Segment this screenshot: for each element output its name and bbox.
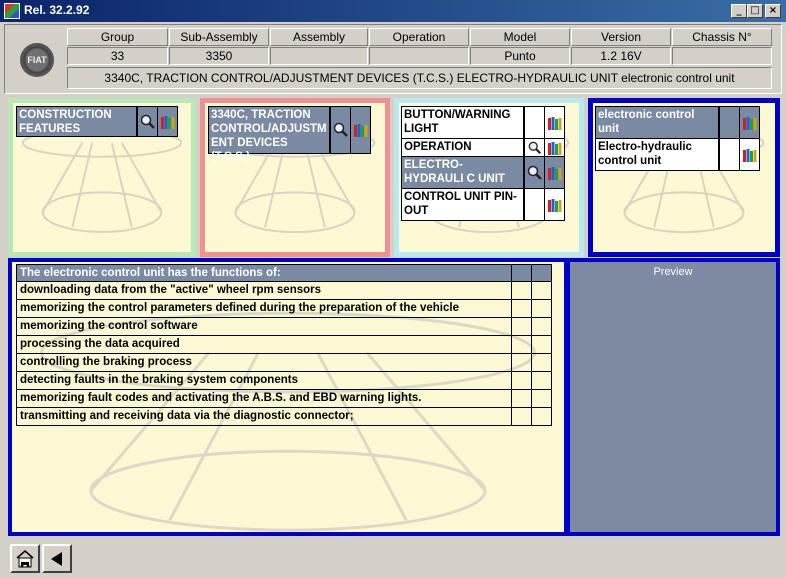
row-cell bbox=[511, 318, 531, 335]
panel-traction-control: 3340C, TRACTION CONTROL/ADJUSTM ENT DEVI… bbox=[200, 98, 390, 257]
traction-control-item[interactable]: 3340C, TRACTION CONTROL/ADJUSTM ENT DEVI… bbox=[208, 106, 330, 163]
fiat-logo: FIAT bbox=[20, 43, 54, 77]
list-item-text: memorizing fault codes and activating th… bbox=[20, 392, 422, 404]
row-cell bbox=[531, 372, 551, 389]
panel-subcategories: BUTTON/WARNING LIGHT OPERATION ELECTRO-H… bbox=[394, 98, 584, 257]
list-item-text: controlling the braking process bbox=[20, 356, 192, 368]
electro-hydraulic-control-unit-item[interactable]: Electro-hydraulic control unit bbox=[595, 138, 719, 171]
books-icon[interactable] bbox=[544, 106, 565, 139]
row-cell bbox=[531, 300, 551, 317]
books-icon[interactable] bbox=[350, 106, 371, 154]
back-button[interactable] bbox=[42, 544, 72, 573]
title-bar: Rel. 32.2.92 _ □ × bbox=[0, 0, 786, 22]
list-item[interactable]: memorizing the control parameters define… bbox=[16, 300, 552, 318]
list-item-text: processing the data acquired bbox=[20, 338, 180, 350]
window-title: Rel. 32.2.92 bbox=[24, 3, 90, 17]
row-cell bbox=[511, 282, 531, 299]
list-item[interactable]: memorizing the control software bbox=[16, 318, 552, 336]
list-heading-row: The electronic control unit has the func… bbox=[16, 264, 552, 282]
operation-value bbox=[369, 47, 469, 65]
magnifier-icon[interactable] bbox=[330, 106, 351, 154]
row-cell bbox=[531, 265, 551, 281]
magnifier-icon[interactable] bbox=[137, 106, 158, 137]
magnifier-icon[interactable] bbox=[524, 138, 545, 157]
row-cell bbox=[511, 408, 531, 425]
row-cell bbox=[531, 318, 551, 335]
preview-label: Preview bbox=[653, 266, 693, 278]
preview-panel: Preview bbox=[566, 258, 780, 536]
assembly-value bbox=[270, 47, 368, 65]
home-car-button[interactable] bbox=[10, 544, 40, 573]
list-item[interactable]: downloading data from the "active" wheel… bbox=[16, 282, 552, 300]
chassis-label: Chassis N° bbox=[672, 28, 772, 46]
close-button[interactable]: × bbox=[765, 4, 781, 18]
assembly-label: Assembly bbox=[270, 28, 368, 46]
chassis-value bbox=[672, 47, 772, 65]
list-item[interactable]: controlling the braking process bbox=[16, 354, 552, 372]
books-icon[interactable] bbox=[544, 156, 565, 189]
row-cell bbox=[511, 372, 531, 389]
row-cell bbox=[531, 354, 551, 371]
operation-label: Operation bbox=[369, 28, 469, 46]
minimize-button[interactable]: _ bbox=[731, 4, 747, 18]
blank-icon-cell bbox=[524, 106, 545, 139]
header-description: 3340C, TRACTION CONTROL/ADJUSTMENT DEVIC… bbox=[67, 67, 772, 89]
books-icon[interactable] bbox=[739, 138, 760, 171]
panel-electronic-control-unit: electronic control unit Electro-hydrauli… bbox=[588, 98, 780, 257]
operation-item[interactable]: OPERATION bbox=[401, 138, 524, 157]
list-item-text: detecting faults in the braking system c… bbox=[20, 374, 298, 386]
list-item[interactable]: memorizing fault codes and activating th… bbox=[16, 390, 552, 408]
row-cell bbox=[511, 354, 531, 371]
model-value: Punto bbox=[470, 47, 570, 65]
list-item-text: memorizing the control software bbox=[20, 320, 198, 332]
group-value: 33 bbox=[67, 47, 168, 65]
books-icon[interactable] bbox=[544, 188, 565, 221]
row-cell bbox=[511, 336, 531, 353]
blank-icon-cell bbox=[719, 138, 740, 171]
row-cell bbox=[531, 336, 551, 353]
sub-assembly-label: Sub-Assembly bbox=[169, 28, 269, 46]
row-cell bbox=[511, 300, 531, 317]
construction-features-item[interactable]: CONSTRUCTION FEATURES bbox=[16, 106, 137, 137]
button-warning-light-item[interactable]: BUTTON/WARNING LIGHT bbox=[401, 106, 524, 139]
header-panel: FIAT Group Sub-Assembly Assembly Operati… bbox=[4, 24, 782, 94]
electronic-control-unit-item[interactable]: electronic control unit bbox=[595, 106, 719, 139]
group-label: Group bbox=[67, 28, 168, 46]
sub-assembly-value: 3350 bbox=[169, 47, 269, 65]
app-icon bbox=[4, 3, 20, 19]
books-icon[interactable] bbox=[157, 106, 178, 137]
electro-hydraulic-unit-item[interactable]: ELECTRO-HYDRAULI C UNIT bbox=[401, 156, 524, 189]
row-cell bbox=[531, 282, 551, 299]
books-icon[interactable] bbox=[739, 106, 760, 139]
blank-icon-cell bbox=[524, 188, 545, 221]
row-cell bbox=[511, 390, 531, 407]
list-item-text: transmitting and receiving data via the … bbox=[20, 410, 354, 422]
row-cell bbox=[511, 265, 531, 281]
version-value: 1.2 16V bbox=[571, 47, 671, 65]
panel-construction-features: CONSTRUCTION FEATURES bbox=[8, 98, 196, 257]
row-cell bbox=[531, 408, 551, 425]
functions-list-panel: The electronic control unit has the func… bbox=[8, 258, 568, 536]
list-item[interactable]: transmitting and receiving data via the … bbox=[16, 408, 552, 426]
blank-icon-cell bbox=[719, 106, 740, 139]
list-item-text: memorizing the control parameters define… bbox=[20, 302, 459, 314]
back-arrow-icon bbox=[51, 551, 62, 566]
list-item[interactable]: processing the data acquired bbox=[16, 336, 552, 354]
maximize-button[interactable]: □ bbox=[747, 4, 763, 18]
books-icon[interactable] bbox=[544, 138, 565, 157]
magnifier-icon[interactable] bbox=[524, 156, 545, 189]
model-label: Model bbox=[470, 28, 570, 46]
row-cell bbox=[531, 390, 551, 407]
list-item-text: downloading data from the "active" wheel… bbox=[20, 284, 322, 296]
list-heading: The electronic control unit has the func… bbox=[20, 267, 281, 279]
version-label: Version bbox=[571, 28, 671, 46]
home-car-icon bbox=[16, 549, 34, 567]
list-item[interactable]: detecting faults in the braking system c… bbox=[16, 372, 552, 390]
control-unit-pin-out-item[interactable]: CONTROL UNIT PIN-OUT bbox=[401, 188, 524, 221]
